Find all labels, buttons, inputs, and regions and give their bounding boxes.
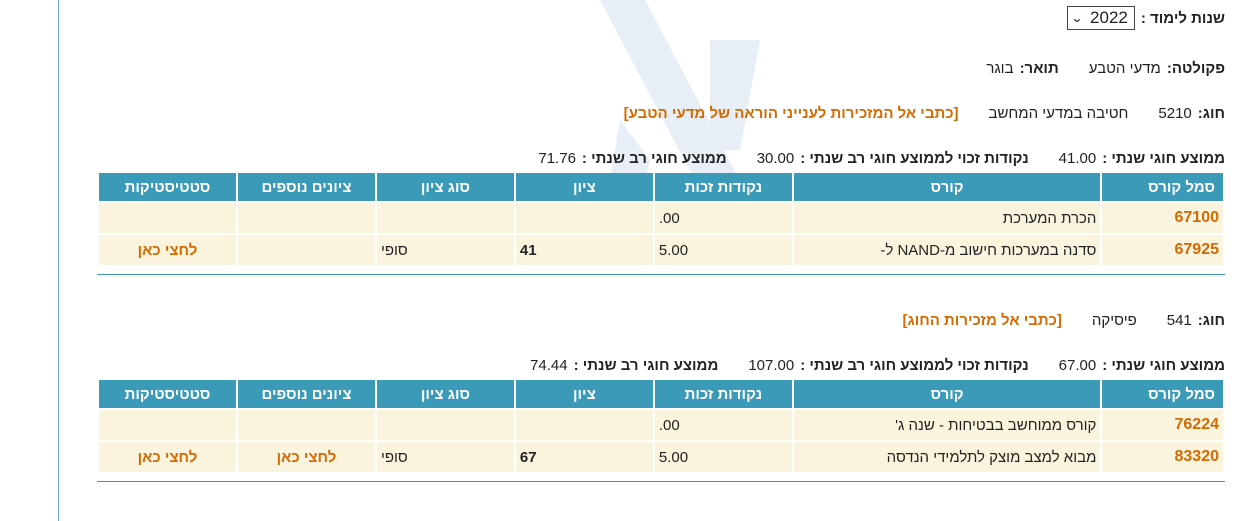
statistics: [99, 201, 236, 233]
table-row: 67100 הכרת המערכת .00: [99, 201, 1223, 233]
program-label: חוג:: [1197, 105, 1225, 122]
column-header[interactable]: סוג ציון: [376, 173, 514, 201]
multi-avg-value: 74.44: [530, 357, 568, 374]
degree-label: תואר:: [1019, 60, 1059, 77]
column-header[interactable]: נקודות זכות: [654, 380, 792, 408]
column-header[interactable]: סמל קורס: [1102, 173, 1223, 201]
program-code: 5210: [1158, 105, 1192, 122]
column-header[interactable]: ציון: [515, 380, 653, 408]
course-name: סדנה במערכות חישוב מ-NAND ל-: [793, 233, 1101, 265]
grade-type: [376, 201, 514, 233]
program-row: חוג: 541 פיסיקה [כתבי אל מזכירות החוג]: [903, 312, 1225, 329]
course-grade: 67: [515, 440, 653, 472]
table-row: 67925 סדנה במערכות חישוב מ-NAND ל- 5.00 …: [99, 233, 1223, 265]
year-select[interactable]: ⌄ 2022: [1066, 6, 1135, 30]
course-code[interactable]: 67925: [1102, 233, 1223, 265]
course-name: הכרת המערכת: [793, 201, 1101, 233]
annual-avg-value: 67.00: [1058, 357, 1097, 374]
program-name: פיסיקה: [1091, 312, 1137, 329]
year-row: שנות לימוד : ⌄ 2022: [1066, 6, 1225, 30]
multi-avg-label: ממוצע חוגי רב שנתי :: [573, 357, 719, 374]
statistics-link[interactable]: לחצי כאן: [99, 440, 236, 472]
credits-value: 107.00: [748, 357, 795, 374]
course-grade: [515, 408, 653, 440]
program-stats: ממוצע חוגי שנתי : 67.00 נקודות זכוי לממו…: [530, 357, 1225, 374]
statistics-link[interactable]: לחצי כאן: [99, 233, 236, 265]
credits-value: 30.00: [756, 150, 795, 167]
column-header[interactable]: סטטיסטיקות: [99, 173, 236, 201]
multi-avg-label: ממוצע חוגי רב שנתי :: [581, 150, 727, 167]
grades-table: סמל קורס קורס נקודות זכות ציון סוג ציון …: [97, 173, 1225, 265]
year-value: 2022: [1090, 8, 1128, 27]
course-credits: 5.00: [654, 233, 792, 265]
section-divider: [97, 481, 1225, 482]
faculty-value: מדעי הטבע: [1088, 60, 1161, 77]
table-row: 83320 מבוא למצב מוצק לתלמידי הנדסה 5.00 …: [99, 440, 1223, 472]
extra-grades: [237, 233, 375, 265]
faculty-label: פקולטה:: [1166, 60, 1225, 77]
grade-type: סופי: [376, 440, 514, 472]
course-grade: [515, 201, 653, 233]
course-code[interactable]: 83320: [1102, 440, 1223, 472]
annual-avg-label: ממוצע חוגי שנתי :: [1102, 150, 1225, 167]
degree-value: בוגר: [986, 60, 1014, 77]
extra-grades-link[interactable]: לחצי כאן: [237, 440, 375, 472]
column-header[interactable]: ציונים נוספים: [237, 380, 375, 408]
course-credits: .00: [654, 201, 792, 233]
table-header-row: סמל קורס קורס נקודות זכות ציון סוג ציון …: [99, 380, 1223, 408]
chevron-down-icon: ⌄: [1070, 11, 1084, 25]
multi-avg-value: 71.76: [538, 150, 576, 167]
table-header-row: סמל קורס קורס נקודות זכות ציון סוג ציון …: [99, 173, 1223, 201]
program-stats: ממוצע חוגי שנתי : 41.00 נקודות זכוי לממו…: [538, 150, 1225, 167]
year-label: שנות לימוד :: [1140, 9, 1225, 27]
course-credits: 5.00: [654, 440, 792, 472]
credits-label: נקודות זכוי לממוצע חוגי רב שנתי :: [800, 357, 1029, 374]
contact-secretary-link[interactable]: [כתבי אל מזכירות החוג]: [903, 312, 1062, 329]
column-header[interactable]: קורס: [793, 380, 1101, 408]
column-header[interactable]: ציון: [515, 173, 653, 201]
column-header[interactable]: סוג ציון: [376, 380, 514, 408]
annual-avg-label: ממוצע חוגי שנתי :: [1102, 357, 1225, 374]
section-divider: [97, 274, 1225, 275]
contact-secretary-link[interactable]: [כתבי אל המזכירות לענייני הוראה של מדעי …: [624, 105, 959, 122]
faculty-row: פקולטה: מדעי הטבע תואר: בוגר: [986, 60, 1225, 77]
column-header[interactable]: קורס: [793, 173, 1101, 201]
course-grade: 41: [515, 233, 653, 265]
extra-grades: [237, 201, 375, 233]
program-code: 541: [1166, 312, 1192, 329]
annual-avg-value: 41.00: [1058, 150, 1097, 167]
program-row: חוג: 5210 חטיבה במדעי המחשב [כתבי אל המז…: [624, 105, 1225, 122]
program-label: חוג:: [1197, 312, 1225, 329]
credits-label: נקודות זכוי לממוצע חוגי רב שנתי :: [800, 150, 1029, 167]
column-header[interactable]: נקודות זכות: [654, 173, 792, 201]
program-name: חטיבה במדעי המחשב: [988, 105, 1129, 122]
grades-table: סמל קורס קורס נקודות זכות ציון סוג ציון …: [97, 380, 1225, 472]
column-header[interactable]: ציונים נוספים: [237, 173, 375, 201]
course-name: קורס ממוחשב בבטיחות - שנה ג': [793, 408, 1101, 440]
statistics: [99, 408, 236, 440]
course-code[interactable]: 67100: [1102, 201, 1223, 233]
course-name: מבוא למצב מוצק לתלמידי הנדסה: [793, 440, 1101, 472]
grade-type: [376, 408, 514, 440]
course-credits: .00: [654, 408, 792, 440]
left-border: [58, 0, 59, 521]
column-header[interactable]: סטטיסטיקות: [99, 380, 236, 408]
extra-grades: [237, 408, 375, 440]
column-header[interactable]: סמל קורס: [1102, 380, 1223, 408]
table-row: 76224 קורס ממוחשב בבטיחות - שנה ג' .00: [99, 408, 1223, 440]
course-code[interactable]: 76224: [1102, 408, 1223, 440]
grade-type: סופי: [376, 233, 514, 265]
